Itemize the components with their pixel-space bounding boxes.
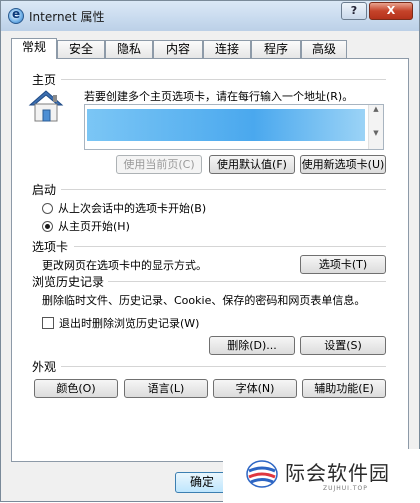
startup-divider xyxy=(61,189,386,190)
home-page-url-input[interactable]: ▲ ▼ xyxy=(84,104,384,150)
tab-programs[interactable]: 程序 xyxy=(251,40,301,58)
watermark-logo-icon xyxy=(246,460,278,488)
appearance-section-title: 外观 xyxy=(32,360,57,374)
internet-properties-dialog: Internet 属性 ? X 常规 安全 隐私 内容 连接 程序 高级 主页 … xyxy=(0,0,420,503)
delete-history-button[interactable]: 删除(D)... xyxy=(209,336,295,355)
window-title: Internet 属性 xyxy=(29,10,105,24)
tabs-divider xyxy=(74,246,386,247)
title-bar[interactable]: Internet 属性 ? X xyxy=(1,1,419,31)
history-divider xyxy=(108,281,386,282)
use-default-button[interactable]: 使用默认值(F) xyxy=(209,155,295,174)
home-description: 若要创建多个主页选项卡，请在每行输入一个地址(R)。 xyxy=(84,90,354,103)
fonts-button[interactable]: 字体(N) xyxy=(213,379,297,398)
home-section-title: 主页 xyxy=(32,73,57,87)
history-section-title: 浏览历史记录 xyxy=(32,275,105,289)
tabs-description: 更改网页在选项卡中的显示方式。 xyxy=(42,259,207,272)
history-settings-button[interactable]: 设置(S) xyxy=(300,336,386,355)
accessibility-button[interactable]: 辅助功能(E) xyxy=(302,379,386,398)
home-divider xyxy=(61,79,386,80)
url-scrollbar[interactable]: ▲ ▼ xyxy=(368,105,383,149)
ok-button[interactable]: 确定 xyxy=(175,472,229,493)
use-new-tab-button[interactable]: 使用新选项卡(U) xyxy=(300,155,386,174)
colors-button[interactable]: 颜色(O) xyxy=(34,379,118,398)
tab-advanced[interactable]: 高级 xyxy=(301,40,347,58)
help-button[interactable]: ? xyxy=(341,2,367,20)
startup-home-radio[interactable] xyxy=(42,221,53,232)
startup-last-session-radio[interactable] xyxy=(42,203,53,214)
home-icon xyxy=(28,90,64,122)
use-current-button[interactable]: 使用当前页(C) xyxy=(116,155,202,174)
startup-home-label[interactable]: 从主页开始(H) xyxy=(58,218,130,234)
tab-general[interactable]: 常规 xyxy=(11,38,57,59)
delete-on-exit-label[interactable]: 退出时删除浏览历史记录(W) xyxy=(59,315,199,331)
watermark-name: 际会软件园 xyxy=(285,461,390,485)
watermark-url: ZUJHUI.TOP xyxy=(323,485,368,492)
startup-last-session-label[interactable]: 从上次会话中的选项卡开始(B) xyxy=(58,200,206,216)
tab-content[interactable]: 内容 xyxy=(153,40,203,58)
delete-on-exit-checkbox[interactable] xyxy=(42,317,54,329)
appearance-divider xyxy=(61,366,386,367)
selected-url-text xyxy=(87,109,365,141)
tabs-section-title: 选项卡 xyxy=(32,240,69,254)
close-button[interactable]: X xyxy=(369,2,413,20)
startup-section-title: 启动 xyxy=(32,183,57,197)
tab-security[interactable]: 安全 xyxy=(57,40,105,58)
history-description: 删除临时文件、历史记录、Cookie、保存的密码和网页表单信息。 xyxy=(42,294,366,307)
tab-privacy[interactable]: 隐私 xyxy=(105,40,153,58)
languages-button[interactable]: 语言(L) xyxy=(124,379,208,398)
internet-explorer-icon xyxy=(8,7,24,24)
watermark: 际会软件园 ZUJHUI.TOP xyxy=(223,449,420,503)
tab-connections[interactable]: 连接 xyxy=(203,40,251,58)
tabs-settings-button[interactable]: 选项卡(T) xyxy=(300,255,386,274)
